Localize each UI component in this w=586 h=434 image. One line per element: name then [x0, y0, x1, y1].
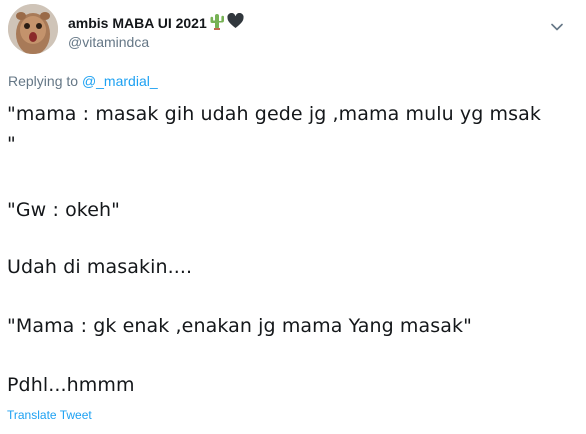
tweet-text-line: "Mama : gk enak ,enakan jg mama Yang mas… [7, 315, 472, 337]
black-heart-icon [227, 12, 244, 33]
tweet-text-line: "Gw : okeh" [7, 199, 121, 221]
tweet-text-line: Pdhl...hmmm [7, 374, 135, 396]
display-name[interactable]: ambis MABA UI 2021 [68, 15, 207, 31]
avatar[interactable] [8, 4, 58, 54]
replying-to-label: Replying to [8, 73, 82, 89]
display-name-row[interactable]: ambis MABA UI 2021 [68, 12, 244, 34]
translate-tweet-link[interactable]: Translate Tweet [7, 408, 92, 422]
author-handle[interactable]: @vitamindca [68, 34, 149, 50]
tweet-text-line: " [7, 133, 16, 155]
tweet-text-line: Udah di masakin.... [7, 256, 193, 278]
replying-to: Replying to @_mardial_ [8, 73, 158, 89]
cactus-icon [209, 13, 225, 34]
mention-link[interactable]: @_mardial_ [82, 73, 158, 89]
chevron-down-icon[interactable] [551, 16, 563, 31]
tweet: ambis MABA UI 2021 @vitamindca Replying … [0, 0, 586, 434]
avatar-image [8, 4, 58, 54]
tweet-text-line: "mama : masak gih udah gede jg ,mama mul… [7, 103, 542, 125]
